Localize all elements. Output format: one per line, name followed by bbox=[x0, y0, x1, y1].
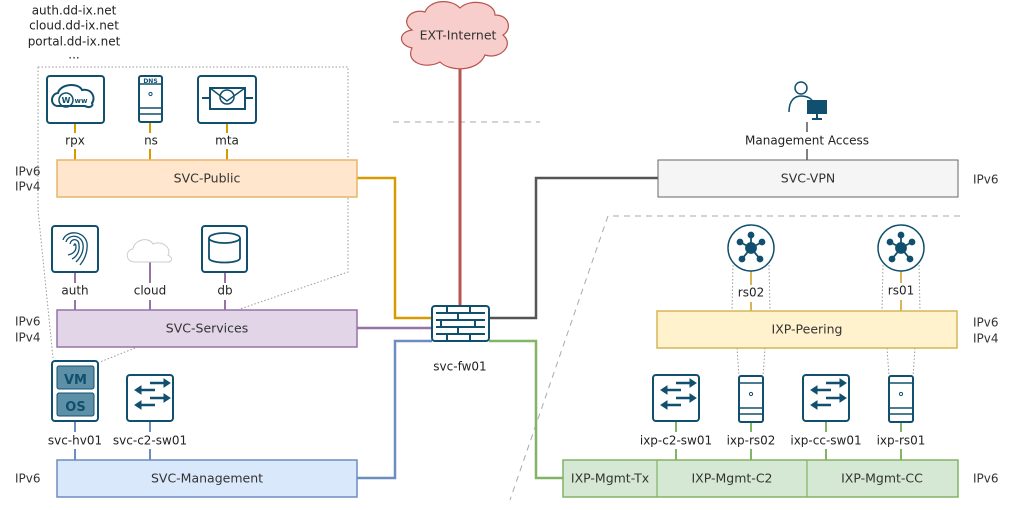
hostname-list: auth.dd-ix.net cloud.dd-ix.net portal.dd… bbox=[28, 4, 121, 62]
host-ixp-cc-sw01[interactable]: ixp-cc-sw01 bbox=[788, 374, 864, 449]
host-rpx[interactable]: Www rpx bbox=[46, 75, 105, 149]
route-server-rs01[interactable]: rs01 bbox=[877, 224, 925, 300]
host-ns[interactable]: DNS ns bbox=[138, 75, 163, 149]
host-svc-hv01[interactable]: VM OS svc-hv01 bbox=[45, 360, 105, 449]
svg-text:IPv6: IPv6 bbox=[973, 316, 999, 330]
hostname: portal.dd-ix.net bbox=[28, 35, 121, 49]
route-server-rs02[interactable]: rs02 bbox=[727, 224, 775, 302]
host-label: ixp-cc-sw01 bbox=[790, 434, 861, 448]
hostname: ... bbox=[68, 48, 79, 62]
svg-text:ww: ww bbox=[75, 97, 88, 105]
svg-text:IPv6: IPv6 bbox=[973, 472, 999, 486]
host-label: db bbox=[217, 284, 232, 298]
host-svc-c2-sw01[interactable]: svc-c2-sw01 bbox=[112, 374, 188, 449]
svc-management-network[interactable]: SVC-Management bbox=[56, 459, 358, 498]
host-db[interactable]: db bbox=[201, 225, 248, 300]
firewall-svc-fw01[interactable]: svc-fw01 bbox=[424, 305, 496, 375]
host-label: svc-hv01 bbox=[48, 434, 102, 448]
server-icon bbox=[738, 375, 764, 423]
host-label: rpx bbox=[65, 134, 85, 148]
host-label: ns bbox=[144, 134, 158, 148]
host-label: svc-c2-sw01 bbox=[113, 434, 187, 448]
svg-text:IPv6: IPv6 bbox=[15, 315, 41, 329]
host-label: ixp-rs02 bbox=[727, 434, 776, 448]
host-label: cloud bbox=[134, 284, 167, 298]
host-label: ixp-c2-sw01 bbox=[640, 434, 712, 448]
management-access[interactable]: Management Access bbox=[742, 81, 872, 149]
host-label: ixp-rs01 bbox=[877, 434, 926, 448]
svg-text:W: W bbox=[62, 96, 71, 105]
host-label: rs02 bbox=[738, 286, 764, 300]
svc-public-network[interactable]: SVC-Public bbox=[56, 159, 358, 198]
segment-label: IXP-Mgmt-Tx bbox=[571, 471, 649, 486]
hostname: cloud.dd-ix.net bbox=[29, 19, 119, 33]
svg-text:IPv4: IPv4 bbox=[973, 332, 999, 346]
management-link bbox=[357, 339, 432, 480]
svg-text:OS: OS bbox=[65, 400, 85, 415]
host-ixp-rs01[interactable]: ixp-rs01 bbox=[874, 375, 928, 449]
svg-text:DNS: DNS bbox=[143, 78, 157, 85]
ixp-mgmt-network[interactable]: IXP-Mgmt-Tx IXP-Mgmt-C2 IXP-Mgmt-CC bbox=[562, 459, 959, 498]
network-label: SVC-VPN bbox=[781, 171, 835, 186]
svc-services-network[interactable]: SVC-Services bbox=[56, 309, 358, 348]
svg-text:VM: VM bbox=[64, 373, 87, 388]
host-ixp-rs02[interactable]: ixp-rs02 bbox=[724, 375, 778, 449]
host-label: mta bbox=[215, 134, 239, 148]
svg-text:IPv6: IPv6 bbox=[973, 173, 999, 187]
network-label: IXP-Peering bbox=[772, 322, 843, 337]
server-icon bbox=[888, 375, 914, 423]
host-ixp-c2-sw01[interactable]: ixp-c2-sw01 bbox=[638, 374, 714, 449]
segment-label: IXP-Mgmt-C2 bbox=[691, 471, 772, 486]
segment-label: IXP-Mgmt-CC bbox=[841, 471, 923, 486]
public-link bbox=[357, 176, 432, 320]
network-label: SVC-Public bbox=[174, 171, 241, 186]
vpn-link bbox=[489, 176, 658, 320]
dns-server-icon: DNS bbox=[138, 75, 163, 123]
network-diagram: auth.dd-ix.net cloud.dd-ix.net portal.dd… bbox=[15, 1, 999, 501]
user-workstation-icon bbox=[788, 81, 827, 120]
hostname: auth.dd-ix.net bbox=[32, 4, 117, 18]
svg-text:IPv6: IPv6 bbox=[15, 472, 41, 486]
host-label: rs01 bbox=[888, 284, 914, 298]
network-label: SVC-Services bbox=[166, 321, 248, 336]
svg-text:IPv6: IPv6 bbox=[15, 165, 41, 179]
svg-text:IPv4: IPv4 bbox=[15, 331, 41, 345]
host-label: Management Access bbox=[745, 134, 869, 148]
host-mta[interactable]: mta bbox=[197, 75, 257, 149]
cloud-icon bbox=[126, 239, 173, 263]
internet-cloud[interactable]: EXT-Internet bbox=[400, 1, 509, 70]
host-label: auth bbox=[61, 284, 88, 298]
ixp-peering-network[interactable]: IXP-Peering bbox=[656, 310, 958, 349]
host-label: svc-fw01 bbox=[433, 360, 486, 374]
network-label: SVC-Management bbox=[151, 471, 263, 486]
internet-label: EXT-Internet bbox=[420, 28, 497, 43]
host-auth[interactable]: auth bbox=[51, 225, 99, 300]
svc-vpn-network[interactable]: SVC-VPN bbox=[657, 159, 959, 198]
svg-text:IPv4: IPv4 bbox=[15, 180, 41, 194]
ixp-mgmt-link bbox=[489, 339, 563, 480]
